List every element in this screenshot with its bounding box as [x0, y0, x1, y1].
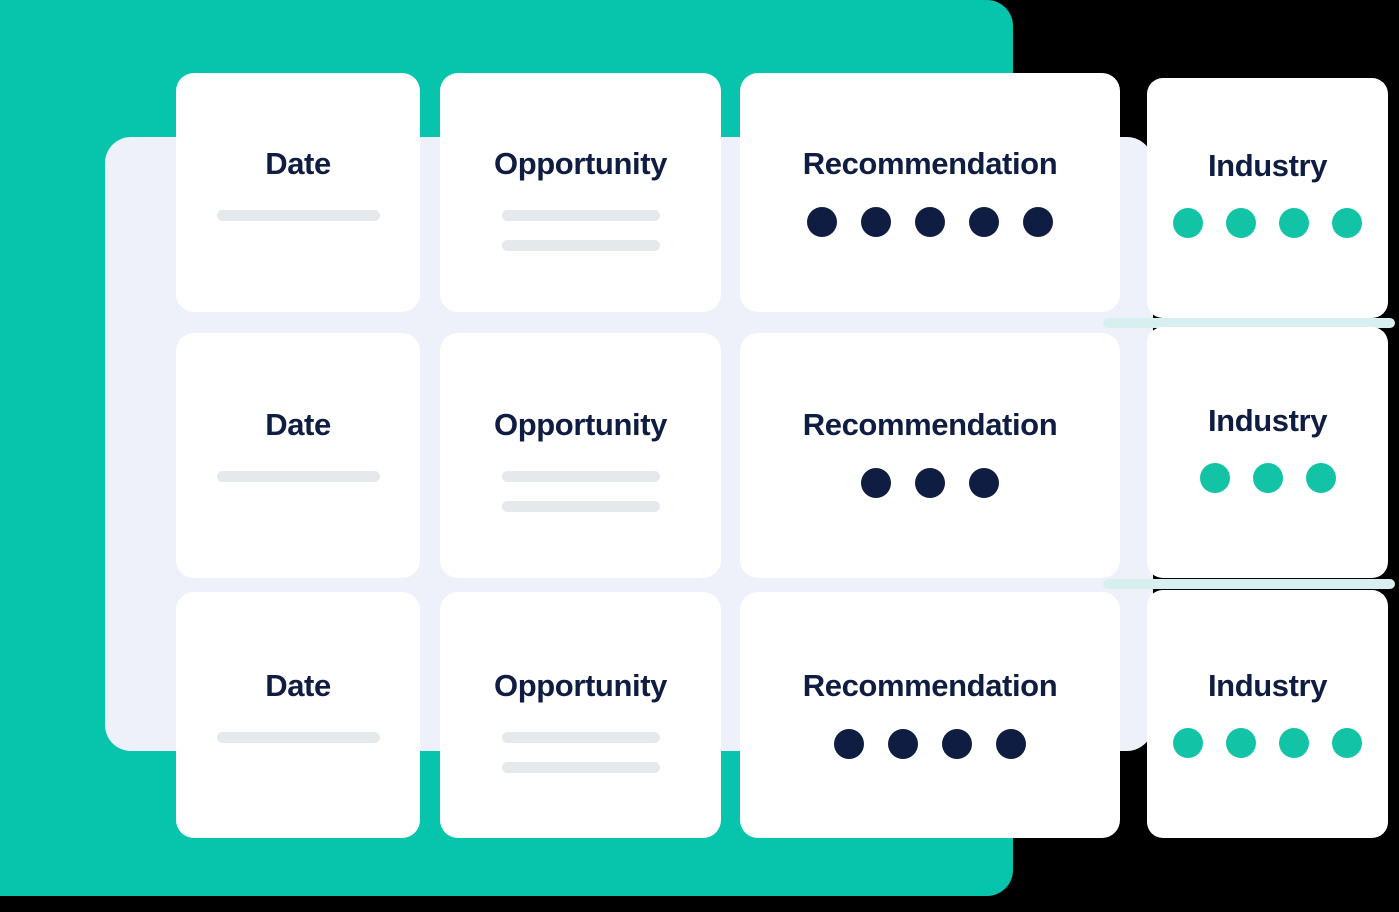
rating-dot-icon	[1332, 728, 1362, 758]
industry-card-title: Industry	[1207, 148, 1328, 183]
skeleton-bar	[216, 732, 380, 743]
card-row: Date Opportunity Recommendation	[176, 592, 1120, 838]
recommendation-card[interactable]: Recommendation	[740, 73, 1120, 312]
date-card-title: Date	[265, 146, 331, 181]
skeleton-bar	[501, 501, 660, 512]
opportunity-card[interactable]: Opportunity	[440, 73, 721, 312]
rating-dot-icon	[1023, 207, 1053, 237]
date-card[interactable]: Date	[176, 73, 420, 312]
rating-dot-icon	[1332, 208, 1362, 238]
opportunity-card-title: Opportunity	[494, 146, 667, 181]
card-row: Date Opportunity Recommendation	[176, 73, 1120, 312]
industry-card[interactable]: Industry	[1147, 327, 1388, 578]
rating-dot-icon	[942, 729, 972, 759]
rating-dot-icon	[1173, 728, 1203, 758]
rating-dot-icon	[834, 729, 864, 759]
opportunity-card-title: Opportunity	[494, 668, 667, 703]
opportunity-skeleton-group	[501, 732, 660, 773]
recommendation-card-title: Recommendation	[802, 146, 1058, 181]
rating-dot-icon	[1252, 463, 1283, 493]
rating-dot-icon	[1199, 463, 1230, 493]
date-skeleton-group	[216, 210, 380, 221]
rating-dot-icon	[996, 729, 1026, 759]
rating-dot-icon	[861, 468, 891, 498]
industry-row-divider	[1103, 579, 1395, 589]
recommendation-rating-dots	[861, 468, 999, 498]
recommendation-card[interactable]: Recommendation	[740, 592, 1120, 838]
date-card-title: Date	[265, 407, 331, 442]
recommendation-card[interactable]: Recommendation	[740, 333, 1120, 578]
opportunity-skeleton-group	[501, 471, 660, 512]
screenshot-stage: Date Opportunity Recommendation Date Opp…	[0, 0, 1399, 912]
industry-card-title: Industry	[1207, 668, 1328, 703]
card-row: Date Opportunity Recommendation	[176, 333, 1120, 578]
skeleton-bar	[501, 762, 660, 773]
opportunity-card[interactable]: Opportunity	[440, 333, 721, 578]
skeleton-bar	[501, 240, 660, 251]
industry-card-title: Industry	[1207, 403, 1328, 438]
recommendation-rating-dots	[807, 207, 1053, 237]
recommendation-card-title: Recommendation	[802, 407, 1058, 442]
skeleton-bar	[501, 732, 660, 743]
opportunity-skeleton-group	[501, 210, 660, 251]
rating-dot-icon	[1173, 208, 1203, 238]
rating-dot-icon	[1305, 463, 1336, 493]
skeleton-bar	[216, 210, 380, 221]
date-skeleton-group	[216, 732, 380, 743]
rating-dot-icon	[861, 207, 891, 237]
rating-dot-icon	[915, 207, 945, 237]
date-skeleton-group	[216, 471, 380, 482]
rating-dot-icon	[969, 468, 999, 498]
rating-dot-icon	[969, 207, 999, 237]
date-card[interactable]: Date	[176, 592, 420, 838]
rating-dot-icon	[1279, 208, 1309, 238]
industry-rating-dots	[1173, 208, 1362, 238]
skeleton-bar	[501, 471, 660, 482]
recommendation-card-title: Recommendation	[802, 668, 1058, 703]
rating-dot-icon	[1226, 728, 1256, 758]
rating-dot-icon	[1226, 208, 1256, 238]
rating-dot-icon	[807, 207, 837, 237]
date-card-title: Date	[265, 668, 331, 703]
industry-rating-dots	[1173, 728, 1362, 758]
opportunity-card[interactable]: Opportunity	[440, 592, 721, 838]
opportunity-card-title: Opportunity	[494, 407, 667, 442]
recommendation-rating-dots	[834, 729, 1026, 759]
industry-card[interactable]: Industry	[1147, 590, 1388, 838]
industry-card[interactable]: Industry	[1147, 78, 1388, 318]
rating-dot-icon	[1279, 728, 1309, 758]
date-card[interactable]: Date	[176, 333, 420, 578]
skeleton-bar	[216, 471, 380, 482]
industry-rating-dots	[1199, 463, 1336, 493]
skeleton-bar	[501, 210, 660, 221]
rating-dot-icon	[915, 468, 945, 498]
rating-dot-icon	[888, 729, 918, 759]
